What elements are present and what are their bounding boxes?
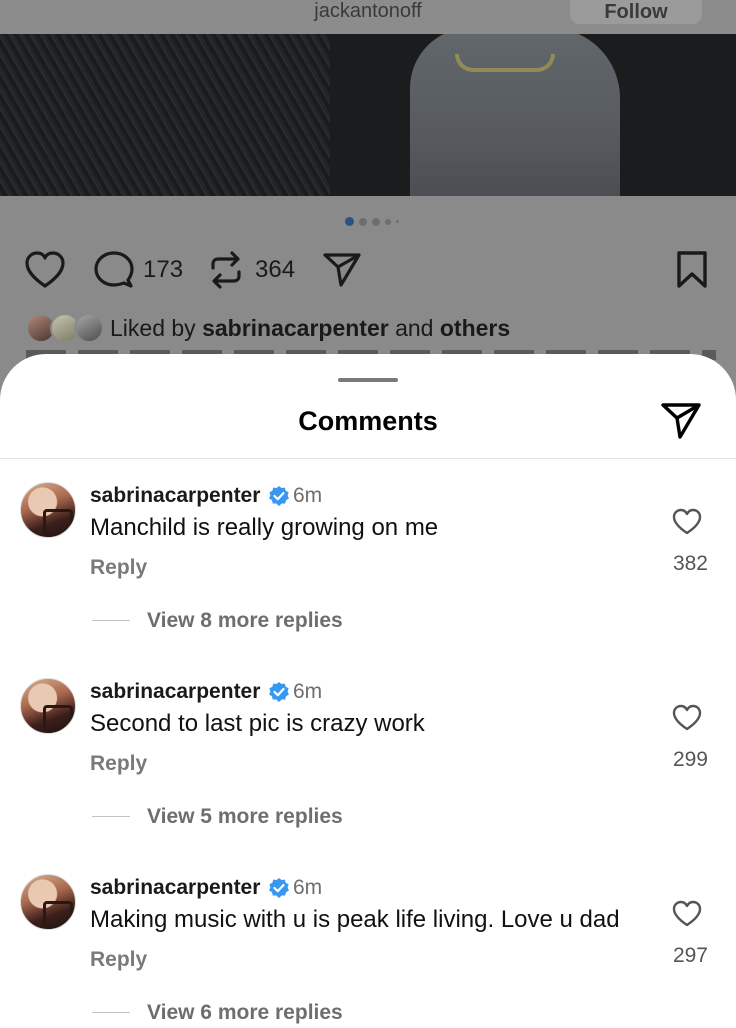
paper-plane-icon[interactable] (322, 250, 362, 288)
liked-by-others[interactable]: others (440, 315, 510, 341)
sheet-divider (0, 458, 736, 459)
reply-button[interactable]: Reply (90, 948, 147, 972)
repost-count: 364 (255, 256, 296, 283)
sheet-title: Comments (298, 406, 438, 436)
paper-plane-icon[interactable] (660, 400, 702, 440)
view-replies-button[interactable]: View 5 more replies (147, 805, 343, 829)
verified-badge-icon (269, 486, 289, 506)
heart-icon[interactable] (24, 250, 66, 290)
comment-time: 6m (293, 484, 323, 507)
comment-icon[interactable] (94, 250, 134, 290)
comment-username[interactable]: sabrinacarpenter (90, 680, 260, 704)
like-count: 297 (672, 944, 708, 967)
heart-icon[interactable] (672, 704, 702, 732)
bookmark-icon[interactable] (674, 250, 710, 290)
follow-button[interactable]: Follow (570, 0, 702, 24)
carousel-dot (396, 220, 399, 223)
comment-item: sabrinacarpenter 6m Second to last pic i… (0, 678, 736, 874)
comment-item: sabrinacarpenter 6m Making music with u … (0, 874, 736, 1028)
reply-button[interactable]: Reply (90, 556, 147, 580)
avatar (74, 313, 104, 343)
carousel-dot (385, 218, 391, 225)
post-header: jackantonoff Follow (0, 0, 736, 34)
like-count: 299 (672, 748, 708, 771)
liked-avatars (26, 313, 106, 343)
avatar[interactable] (20, 678, 76, 734)
carousel-dot (372, 217, 380, 226)
sheet-grabber[interactable] (338, 378, 398, 382)
liked-by-user[interactable]: sabrinacarpenter (202, 315, 389, 341)
liked-by-text: Liked by sabrinacarpenter and others (110, 314, 511, 341)
comment-text: Second to last pic is crazy work (90, 710, 425, 737)
comment-item: sabrinacarpenter 6m Manchild is really g… (0, 482, 736, 678)
photo-collar (455, 54, 555, 72)
comment-time: 6m (293, 680, 323, 703)
post-photo[interactable] (0, 34, 736, 196)
verified-badge-icon (269, 682, 289, 702)
heart-icon[interactable] (672, 900, 702, 928)
replies-divider (92, 620, 130, 621)
view-replies-button[interactable]: View 6 more replies (147, 1001, 343, 1025)
heart-icon[interactable] (672, 508, 702, 536)
carousel-dot-active (345, 217, 354, 226)
replies-divider (92, 816, 130, 817)
comment-count: 173 (143, 256, 184, 283)
carousel-dots (345, 217, 399, 226)
repost-icon[interactable] (207, 250, 245, 290)
avatar[interactable] (20, 874, 76, 930)
comment-text: Manchild is really growing on me (90, 514, 439, 541)
view-replies-button[interactable]: View 8 more replies (147, 609, 343, 633)
avatar[interactable] (20, 482, 76, 538)
comments-sheet: Comments sabrinacarpenter 6m Manchild is… (0, 354, 736, 1028)
carousel-dot (359, 217, 367, 226)
comment-time: 6m (293, 876, 323, 899)
photo-fur-coat (0, 34, 330, 196)
replies-divider (92, 1012, 130, 1013)
like-count: 382 (672, 552, 708, 575)
verified-badge-icon (269, 878, 289, 898)
comment-username[interactable]: sabrinacarpenter (90, 484, 260, 508)
comment-username[interactable]: sabrinacarpenter (90, 876, 260, 900)
comment-text: Making music with u is peak life living.… (90, 906, 620, 933)
liked-by-row[interactable]: Liked by sabrinacarpenter and others (26, 313, 510, 343)
reply-button[interactable]: Reply (90, 752, 147, 776)
